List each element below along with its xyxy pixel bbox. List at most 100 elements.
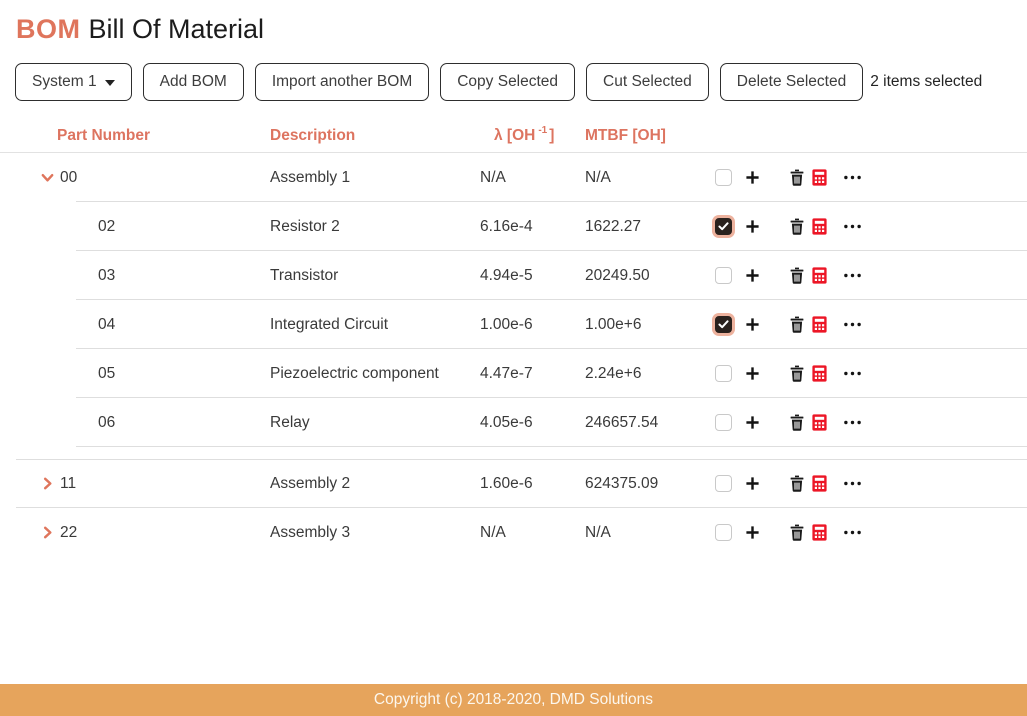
lambda-value: N/A <box>480 524 585 542</box>
part-number-cell: 02 <box>0 218 270 236</box>
more-options-icon[interactable] <box>844 273 861 278</box>
footer: Copyright (c) 2018-2020, DMD Solutions <box>0 684 1027 716</box>
part-number: 02 <box>98 218 115 236</box>
part-number: 04 <box>98 316 115 334</box>
add-child-icon[interactable] <box>745 366 760 381</box>
lambda-value: 1.60e-6 <box>480 475 585 493</box>
toolbar: System 1 Add BOM Import another BOM Copy… <box>15 63 1027 101</box>
part-number-cell: 05 <box>0 365 270 383</box>
lambda-value: 4.05e-6 <box>480 414 585 432</box>
table-row: 06 Relay 4.05e-6 246657.54 <box>0 398 1027 447</box>
part-number-cell: 03 <box>0 267 270 285</box>
add-child-icon[interactable] <box>745 476 760 491</box>
description: Resistor 2 <box>270 218 480 236</box>
trash-icon[interactable] <box>789 414 805 431</box>
lambda-value: N/A <box>480 169 585 187</box>
lambda-value: 6.16e-4 <box>480 218 585 236</box>
description: Piezoelectric component <box>270 365 480 383</box>
calculator-icon[interactable] <box>812 524 827 541</box>
more-options-icon[interactable] <box>844 481 861 486</box>
mtbf-value: N/A <box>585 524 707 542</box>
calculator-icon[interactable] <box>812 414 827 431</box>
trash-icon[interactable] <box>789 267 805 284</box>
page-title: BOM Bill Of Material <box>0 0 1027 46</box>
add-child-icon[interactable] <box>745 170 760 185</box>
add-child-icon[interactable] <box>745 219 760 234</box>
more-options-icon[interactable] <box>844 224 861 229</box>
row-controls <box>715 169 861 186</box>
chevron-right-icon[interactable] <box>40 476 56 492</box>
system-dropdown-label: System 1 <box>32 73 97 91</box>
more-options-icon[interactable] <box>844 175 861 180</box>
part-number-cell: 00 <box>0 169 270 187</box>
row-checkbox[interactable] <box>715 316 732 333</box>
description: Integrated Circuit <box>270 316 480 334</box>
mtbf-value: 2.24e+6 <box>585 365 707 383</box>
mtbf-value: 624375.09 <box>585 475 707 493</box>
row-checkbox[interactable] <box>715 267 732 284</box>
add-child-icon[interactable] <box>745 317 760 332</box>
part-number: 05 <box>98 365 115 383</box>
table-row: 05 Piezoelectric component 4.47e-7 2.24e… <box>0 349 1027 398</box>
selection-status: 2 items selected <box>870 73 982 91</box>
calculator-icon[interactable] <box>812 365 827 382</box>
bom-table: Part Number Description λ [OH-1] MTBF [O… <box>0 120 1027 557</box>
system-dropdown-button[interactable]: System 1 <box>15 63 132 101</box>
more-options-icon[interactable] <box>844 420 861 425</box>
part-number-cell: 06 <box>0 414 270 432</box>
row-checkbox[interactable] <box>715 169 732 186</box>
row-checkbox[interactable] <box>715 414 732 431</box>
trash-icon[interactable] <box>789 169 805 186</box>
trash-icon[interactable] <box>789 475 805 492</box>
chevron-right-icon[interactable] <box>40 525 56 541</box>
delete-selected-button[interactable]: Delete Selected <box>720 63 863 101</box>
row-divider <box>76 446 1027 447</box>
table-header-row: Part Number Description λ [OH-1] MTBF [O… <box>0 120 1027 153</box>
page-title-text: Bill Of Material <box>89 14 265 44</box>
trash-icon[interactable] <box>789 365 805 382</box>
cut-selected-button[interactable]: Cut Selected <box>586 63 709 101</box>
more-options-icon[interactable] <box>844 530 861 535</box>
copyright-text: Copyright (c) 2018-2020, DMD Solutions <box>374 691 653 709</box>
calculator-icon[interactable] <box>812 218 827 235</box>
lambda-value: 1.00e-6 <box>480 316 585 334</box>
table-body: 00 Assembly 1 N/A N/A <box>0 153 1027 557</box>
add-bom-button[interactable]: Add BOM <box>143 63 244 101</box>
column-header-lambda: λ [OH-1] <box>480 126 585 145</box>
row-checkbox[interactable] <box>715 365 732 382</box>
row-controls <box>715 524 861 541</box>
trash-icon[interactable] <box>789 524 805 541</box>
calculator-icon[interactable] <box>812 475 827 492</box>
row-checkbox[interactable] <box>715 475 732 492</box>
add-child-icon[interactable] <box>745 268 760 283</box>
part-number: 00 <box>60 169 77 187</box>
table-row: 11 Assembly 2 1.60e-6 624375.09 <box>0 459 1027 508</box>
description: Assembly 1 <box>270 169 480 187</box>
column-header-mtbf: MTBF [OH] <box>585 127 707 145</box>
chevron-down-icon[interactable] <box>40 170 56 186</box>
copy-selected-button[interactable]: Copy Selected <box>440 63 575 101</box>
row-divider <box>16 459 1027 460</box>
brand-text: BOM <box>16 14 81 44</box>
mtbf-value: N/A <box>585 169 707 187</box>
trash-icon[interactable] <box>789 316 805 333</box>
calculator-icon[interactable] <box>812 267 827 284</box>
calculator-icon[interactable] <box>812 169 827 186</box>
add-child-icon[interactable] <box>745 525 760 540</box>
trash-icon[interactable] <box>789 218 805 235</box>
row-controls <box>715 365 861 382</box>
calculator-icon[interactable] <box>812 316 827 333</box>
more-options-icon[interactable] <box>844 371 861 376</box>
row-controls <box>715 475 861 492</box>
part-number-cell: 22 <box>0 524 270 542</box>
import-bom-button[interactable]: Import another BOM <box>255 63 429 101</box>
part-number: 11 <box>60 475 76 493</box>
part-number-cell: 11 <box>0 475 270 493</box>
description: Transistor <box>270 267 480 285</box>
column-header-part-number: Part Number <box>0 127 270 145</box>
row-checkbox[interactable] <box>715 524 732 541</box>
add-child-icon[interactable] <box>745 415 760 430</box>
more-options-icon[interactable] <box>844 322 861 327</box>
mtbf-value: 20249.50 <box>585 267 707 285</box>
row-checkbox[interactable] <box>715 218 732 235</box>
